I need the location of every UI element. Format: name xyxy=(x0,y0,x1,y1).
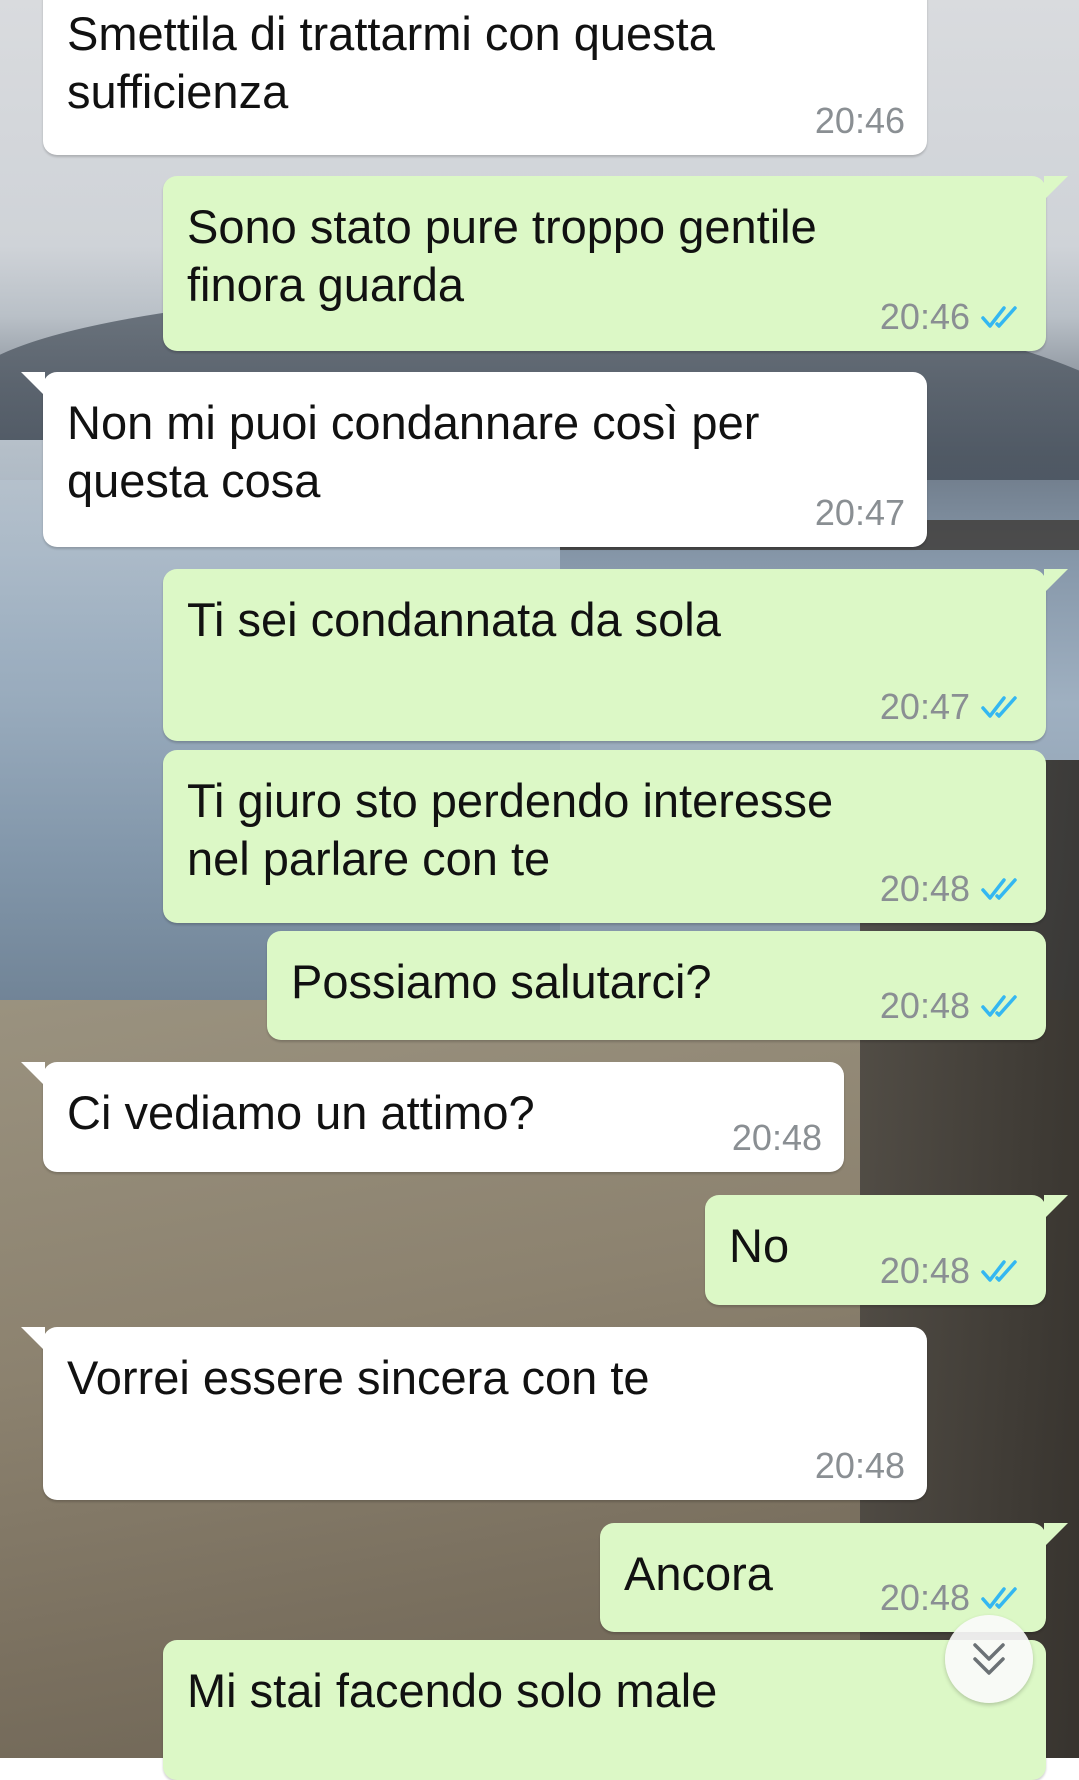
bubble-tail xyxy=(1044,569,1068,593)
message-time: 20:46 xyxy=(814,100,905,141)
bubble-tail xyxy=(21,1062,45,1086)
message-bubble-incoming[interactable]: Smettila di trattarmi con questa suffici… xyxy=(43,0,927,155)
bubble-tail xyxy=(1044,1195,1068,1219)
double-chevron-down-icon xyxy=(973,1643,1005,1675)
message-text: Possiamo salutarci? xyxy=(291,955,712,1008)
scroll-to-bottom-button[interactable] xyxy=(945,1615,1033,1703)
message-time: 20:48 xyxy=(731,1117,822,1158)
message-bubble-outgoing[interactable]: Mi stai facendo solo male xyxy=(163,1640,1046,1780)
read-receipt-icon xyxy=(981,1587,1017,1609)
message-text: Mi stai facendo solo male xyxy=(187,1664,718,1717)
message-bubble-incoming[interactable]: Ci vediamo un attimo? 20:48 xyxy=(21,1062,844,1172)
message-bubble-outgoing[interactable]: Ti sei condannata da sola 20:47 xyxy=(163,569,1068,741)
read-receipt-icon xyxy=(981,1260,1017,1282)
message-time: 20:48 xyxy=(879,868,970,909)
message-time: 20:48 xyxy=(879,1577,970,1618)
message-text: Smettila di trattarmi con questa suffici… xyxy=(67,7,715,118)
message-time: 20:47 xyxy=(879,686,970,727)
message-bubble-outgoing[interactable]: Possiamo salutarci? 20:48 xyxy=(267,931,1046,1040)
bubble-tail xyxy=(21,372,45,396)
message-bubble-outgoing[interactable]: No 20:48 xyxy=(705,1195,1068,1305)
message-bubble-outgoing[interactable]: Ti giuro sto perdendo interesse nel parl… xyxy=(163,750,1046,923)
message-text: Ancora xyxy=(624,1547,773,1600)
bubble-tail xyxy=(1044,176,1068,200)
read-receipt-icon xyxy=(981,306,1017,328)
read-receipt-icon xyxy=(981,995,1017,1017)
bubble-tail xyxy=(1044,1523,1068,1547)
message-time: 20:47 xyxy=(814,492,905,533)
read-receipt-icon xyxy=(981,878,1017,900)
message-text: No xyxy=(729,1219,790,1272)
message-bubble-incoming[interactable]: Non mi puoi condannare così per questa c… xyxy=(21,372,927,547)
message-time: 20:46 xyxy=(879,296,970,337)
bubble-tail xyxy=(21,1327,45,1351)
message-time: 20:48 xyxy=(879,985,970,1026)
message-text: Vorrei essere sincera con te xyxy=(67,1351,650,1404)
message-bubble-outgoing[interactable]: Sono stato pure troppo gentile finora gu… xyxy=(163,176,1068,351)
message-time: 20:48 xyxy=(814,1445,905,1486)
read-receipt-icon xyxy=(981,696,1017,718)
message-text: Ci vediamo un attimo? xyxy=(67,1086,535,1139)
message-text: Sono stato pure troppo gentile finora gu… xyxy=(187,200,817,311)
message-bubble-incoming[interactable]: Vorrei essere sincera con te 20:48 xyxy=(21,1327,927,1500)
message-text: Ti sei condannata da sola xyxy=(187,593,721,646)
message-text: Non mi puoi condannare così per questa c… xyxy=(67,396,760,507)
message-time: 20:48 xyxy=(879,1250,970,1291)
message-text: Ti giuro sto perdendo interesse nel parl… xyxy=(187,774,834,885)
